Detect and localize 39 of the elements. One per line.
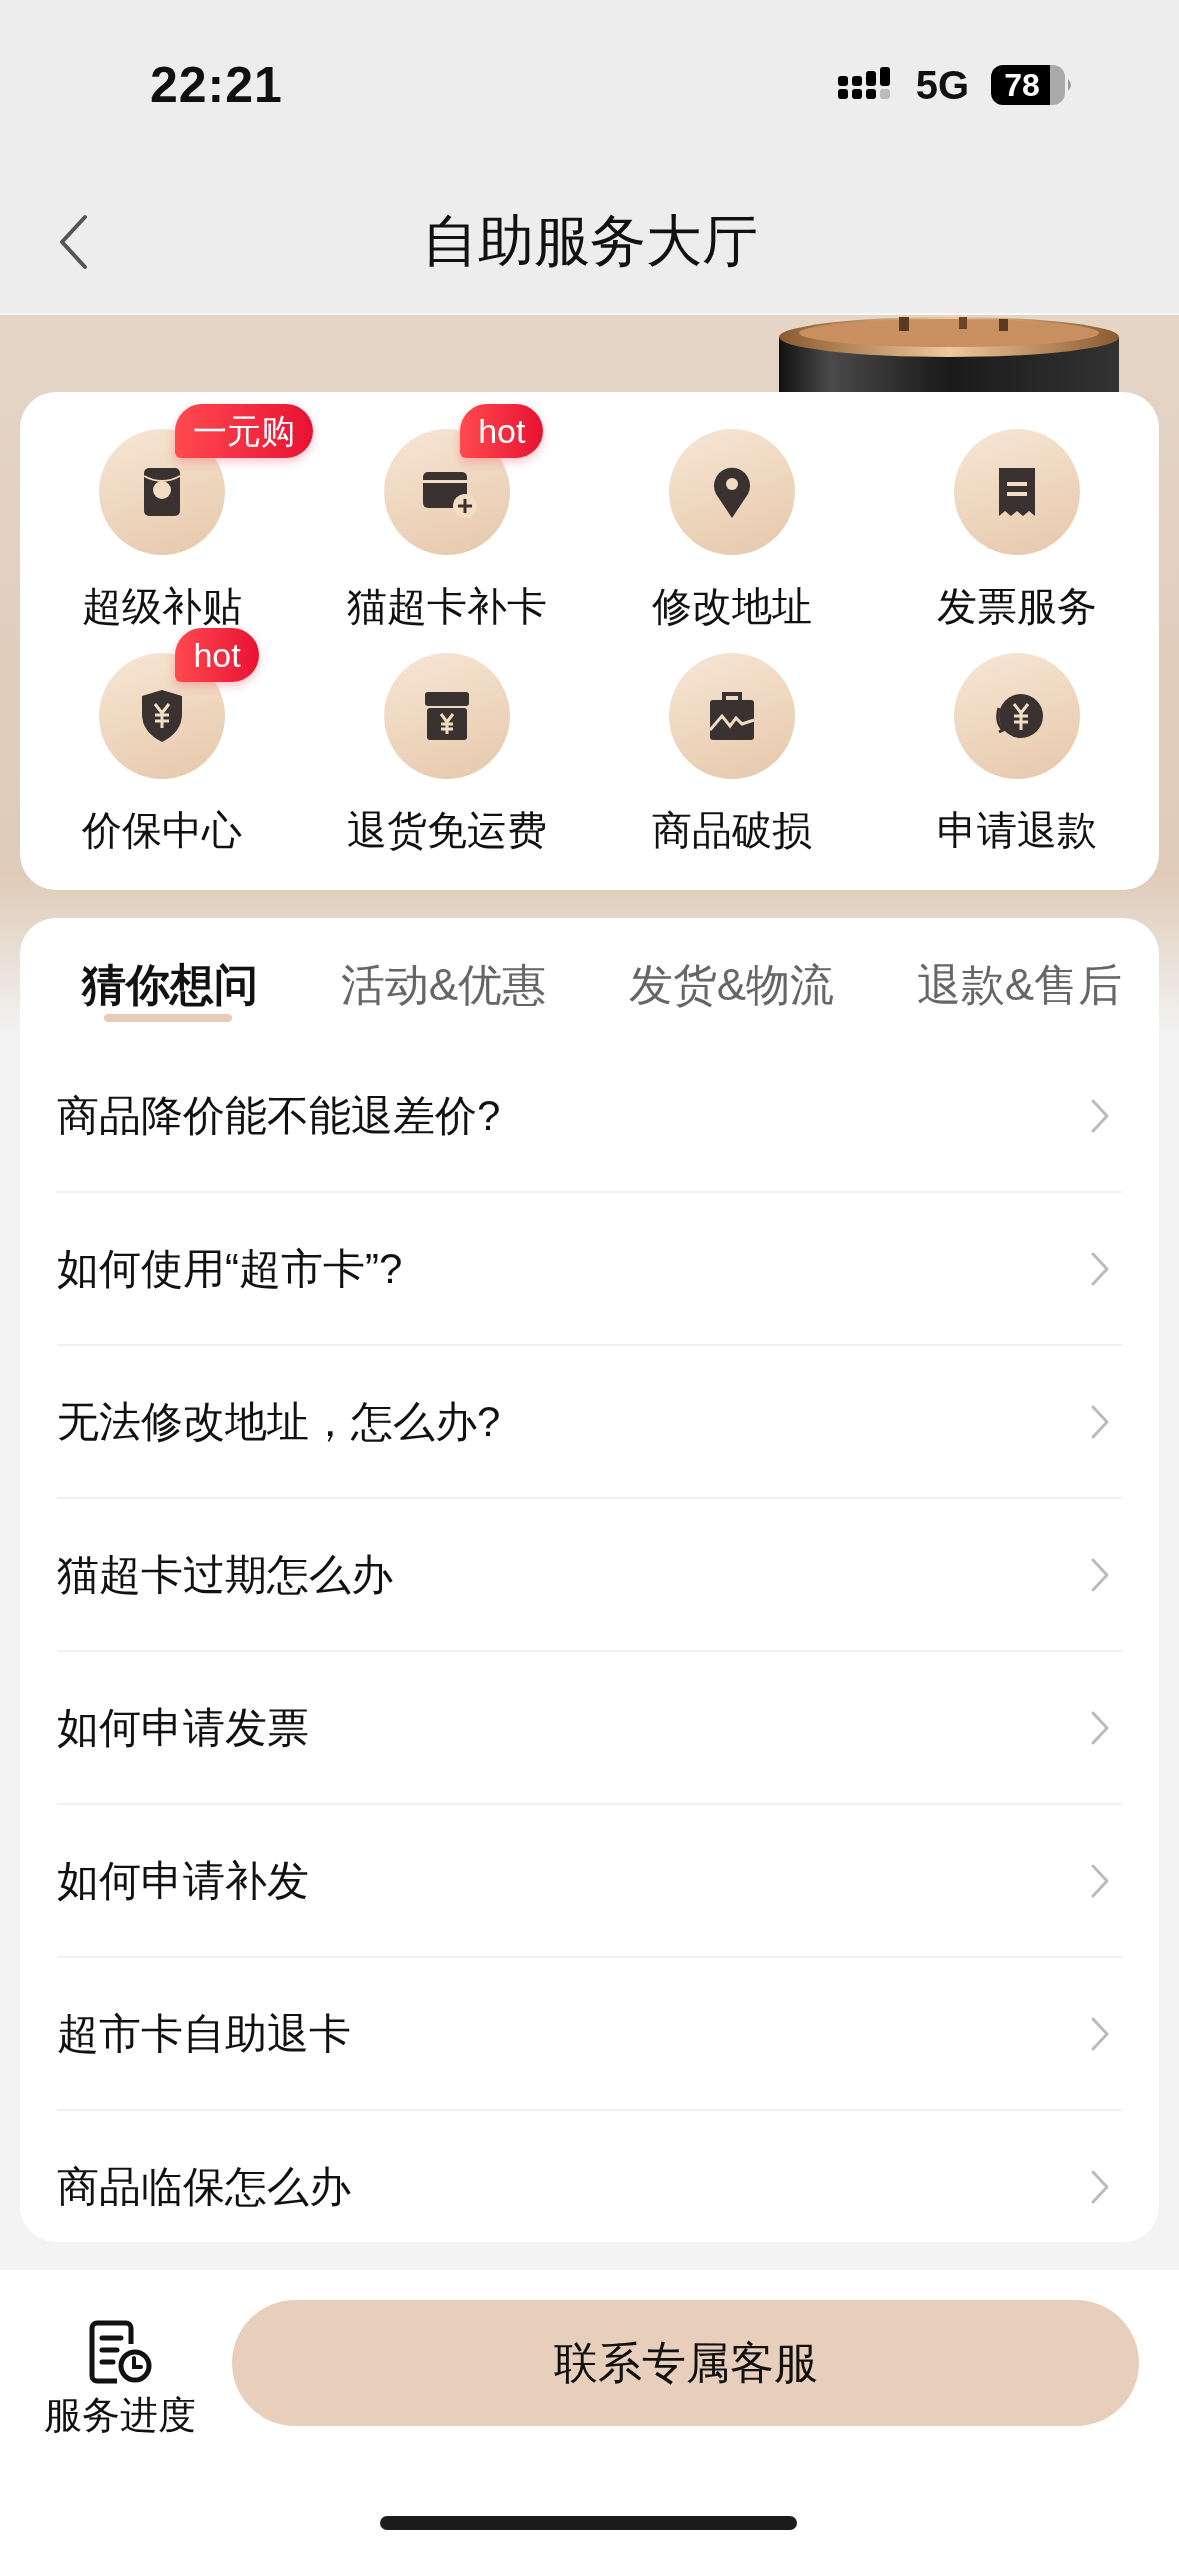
- question-link[interactable]: 如何使用“超市卡”?: [57, 1240, 403, 1297]
- chevron-right-icon: [1090, 1097, 1110, 1134]
- document-clock-icon[interactable]: [87, 2320, 153, 2384]
- question-link[interactable]: 无法修改地址，怎么办?: [57, 1393, 501, 1450]
- chevron-right-icon: [1090, 2168, 1110, 2205]
- service-badge: hot: [175, 628, 259, 682]
- question-link[interactable]: 商品临保怎么办: [57, 2158, 351, 2215]
- battery-tip-icon: [1068, 79, 1074, 91]
- status-time: 22:21: [150, 56, 283, 114]
- network-label: 5G: [915, 62, 969, 108]
- chevron-right-icon: [1090, 1862, 1110, 1899]
- chevron-right-icon: [1090, 1709, 1110, 1746]
- service-badge: hot: [460, 404, 544, 458]
- battery-indicator: 78: [991, 65, 1065, 105]
- question-link[interactable]: 如何申请补发: [57, 1852, 309, 1909]
- service-badge: 一元购: [175, 404, 314, 458]
- service-label[interactable]: 猫超卡补卡: [347, 579, 548, 634]
- category-tab[interactable]: 活动&优惠: [340, 940, 546, 1024]
- service-label[interactable]: 商品破损: [651, 803, 812, 858]
- back-icon[interactable]: [58, 214, 88, 270]
- service-label[interactable]: 发票服务: [936, 579, 1097, 634]
- service-label[interactable]: 价保中心: [82, 803, 243, 858]
- question-link[interactable]: 如何申请发票: [57, 1699, 309, 1756]
- page-title: 自助服务大厅: [421, 207, 758, 274]
- contact-service-button[interactable]: 联系专属客服: [232, 2300, 1139, 2426]
- question-link[interactable]: 超市卡自助退卡: [57, 2005, 351, 2062]
- category-tab[interactable]: 猜你想问: [57, 940, 258, 1024]
- service-label[interactable]: 修改地址: [651, 579, 812, 634]
- category-tab[interactable]: 发货&物流: [628, 940, 834, 1024]
- chevron-right-icon: [1090, 2015, 1110, 2052]
- chevron-right-icon: [1090, 1250, 1110, 1287]
- question-link[interactable]: 猫超卡过期怎么办: [57, 1546, 393, 1603]
- service-progress-label[interactable]: 服务进度: [44, 2390, 196, 2441]
- service-label[interactable]: 申请退款: [936, 803, 1097, 858]
- question-link[interactable]: 商品降价能不能退差价?: [57, 1087, 501, 1144]
- chevron-right-icon: [1090, 1556, 1110, 1593]
- service-label[interactable]: 退货免运费: [347, 803, 548, 858]
- category-tab[interactable]: 退款&售后: [916, 940, 1122, 1024]
- chevron-right-icon: [1090, 1403, 1110, 1440]
